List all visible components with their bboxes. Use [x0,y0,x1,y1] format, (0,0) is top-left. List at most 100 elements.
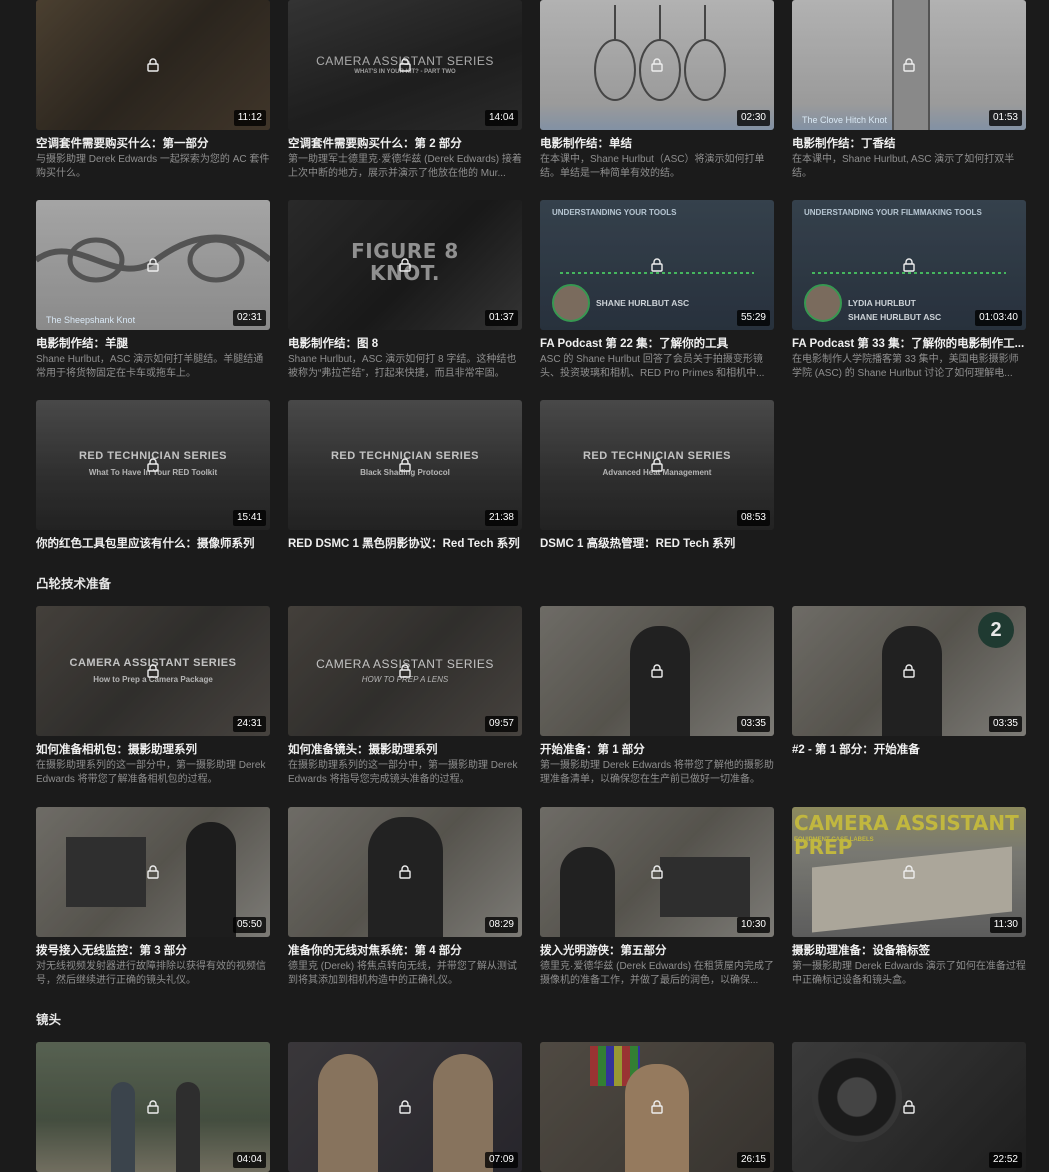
video-card[interactable]: CAMERA ASSISTANT SERIES HOW TO PREP A LE… [288,606,522,787]
lock-icon [651,258,663,272]
video-thumbnail[interactable]: 11:12 [36,0,270,130]
lock-icon [651,865,663,879]
duration-badge: 10:30 [736,917,770,933]
lock-icon [651,664,663,678]
video-card[interactable]: RED TECHNICIAN SERIES Advanced Heat Mana… [540,400,774,552]
video-card[interactable]: 26:15 [540,1042,774,1172]
lock-icon [147,58,159,72]
video-thumbnail[interactable]: CAMERA ASSISTANT SERIES WHAT'S IN YOUR K… [288,0,522,130]
video-card[interactable]: The Sheepshank Knot 02:31 电影制作结：羊腿 Shane… [36,200,270,381]
video-title[interactable]: 空调套件需要购买什么：第 2 部分 [288,137,522,152]
video-title[interactable]: 摄影助理准备：设备箱标签 [792,944,1026,959]
video-title[interactable]: 拨入光明游侠：第五部分 [540,944,774,959]
video-card[interactable]: 10:30 拨入光明游侠：第五部分 德里克·爱德华兹 (Derek Edward… [540,807,774,988]
lock-icon [651,458,663,472]
video-title[interactable]: DSMC 1 高级热管理：RED Tech 系列 [540,537,774,552]
video-title[interactable]: 空调套件需要购买什么：第一部分 [36,137,270,152]
video-card[interactable]: 05:50 拨号接入无线监控：第 3 部分 对无线视频发射器进行故障排除以获得有… [36,807,270,988]
video-card[interactable]: RED TECHNICIAN SERIES Black Shading Prot… [288,400,522,552]
video-title[interactable]: 你的红色工具包里应该有什么：摄像师系列 [36,537,270,552]
duration-badge: 22:52 [988,1152,1022,1168]
video-title[interactable]: RED DSMC 1 黑色阴影协议：Red Tech 系列 [288,537,522,552]
video-card[interactable]: 11:12 空调套件需要购买什么：第一部分 与摄影助理 Derek Edward… [36,0,270,181]
video-card[interactable]: 2 03:35 #2 - 第 1 部分：开始准备 [792,606,1026,758]
duration-badge: 09:57 [484,716,518,732]
lock-icon [651,58,663,72]
section-title-lenses: 镜头 [36,1013,62,1027]
video-description: ASC 的 Shane Hurlbut 回答了会员关于拍摄变形镜头、投资玻璃和相… [540,354,765,379]
video-title[interactable]: 电影制作结：单结 [540,137,774,152]
video-thumbnail[interactable]: CAMERA ASSISTANT SERIES HOW TO PREP A LE… [288,606,522,736]
video-thumbnail[interactable]: 07:09 [288,1042,522,1172]
video-card[interactable]: 04:04 [36,1042,270,1172]
lock-icon [399,258,411,272]
video-title[interactable]: 开始准备：第 1 部分 [540,743,774,758]
video-card[interactable]: 02:30 电影制作结：单结 在本课中，Shane Hurlbut（ASC）将演… [540,0,774,181]
video-card[interactable]: RED TECHNICIAN SERIES What To Have In Yo… [36,400,270,552]
video-card[interactable]: CAMERA ASSISTANT PREP EQUIPMENT CASE LAB… [792,807,1026,988]
video-card[interactable]: 22:52 [792,1042,1026,1172]
video-title[interactable]: 如何准备镜头：摄影助理系列 [288,743,522,758]
duration-badge: 01:53 [988,110,1022,126]
video-card[interactable]: 03:35 开始准备：第 1 部分 第一摄影助理 Derek Edwards 将… [540,606,774,787]
video-card[interactable]: UNDERSTANDING YOUR FILMMAKING TOOLS LYDI… [792,200,1026,381]
video-thumbnail[interactable]: The Clove Hitch Knot 01:53 [792,0,1026,130]
video-title[interactable]: 电影制作结：丁香结 [792,137,1026,152]
video-thumbnail[interactable]: FIGURE 8 KNOT. 01:37 [288,200,522,330]
video-card[interactable]: The Clove Hitch Knot 01:53 电影制作结：丁香结 在本课… [792,0,1026,181]
video-title[interactable]: FA Podcast 第 22 集：了解你的工具 [540,337,774,352]
video-title[interactable]: 如何准备相机包：摄影助理系列 [36,743,270,758]
video-thumbnail[interactable]: 02:30 [540,0,774,130]
duration-badge: 01:37 [484,310,518,326]
video-thumbnail[interactable]: UNDERSTANDING YOUR TOOLS SHANE HURLBUT A… [540,200,774,330]
video-card[interactable]: 08:29 准备你的无线对焦系统：第 4 部分 德里克 (Derek) 将焦点转… [288,807,522,988]
duration-badge: 08:53 [736,510,770,526]
duration-badge: 03:35 [988,716,1022,732]
duration-badge: 05:50 [232,917,266,933]
video-title[interactable]: #2 - 第 1 部分：开始准备 [792,743,1026,758]
lock-icon [399,664,411,678]
video-title[interactable]: 准备你的无线对焦系统：第 4 部分 [288,944,522,959]
video-thumbnail[interactable]: 05:50 [36,807,270,937]
section-title-cam-prep: 凸轮技术准备 [36,577,112,591]
video-thumbnail[interactable]: 2 03:35 [792,606,1026,736]
video-card[interactable]: UNDERSTANDING YOUR TOOLS SHANE HURLBUT A… [540,200,774,381]
video-title[interactable]: 拨号接入无线监控：第 3 部分 [36,944,270,959]
lock-icon [903,664,915,678]
video-thumbnail[interactable]: 03:35 [540,606,774,736]
video-thumbnail[interactable]: RED TECHNICIAN SERIES What To Have In Yo… [36,400,270,530]
video-title[interactable]: 电影制作结：羊腿 [36,337,270,352]
video-thumbnail[interactable]: 10:30 [540,807,774,937]
video-thumbnail[interactable]: CAMERA ASSISTANT PREP EQUIPMENT CASE LAB… [792,807,1026,937]
video-description: 与摄影助理 Derek Edwards 一起探索为您的 AC 套件购买什么。 [36,154,270,179]
video-thumbnail[interactable]: 08:29 [288,807,522,937]
episode-number-badge: 2 [978,612,1014,648]
duration-badge: 07:09 [484,1152,518,1168]
video-thumbnail[interactable]: RED TECHNICIAN SERIES Black Shading Prot… [288,400,522,530]
video-thumbnail[interactable]: 04:04 [36,1042,270,1172]
video-thumbnail[interactable]: The Sheepshank Knot 02:31 [36,200,270,330]
lock-icon [903,58,915,72]
duration-badge: 55:29 [736,310,770,326]
duration-badge: 26:15 [736,1152,770,1168]
video-thumbnail[interactable]: 22:52 [792,1042,1026,1172]
duration-badge: 01:03:40 [975,310,1022,326]
video-thumbnail[interactable]: 26:15 [540,1042,774,1172]
video-card[interactable]: 07:09 [288,1042,522,1172]
video-description: 在摄影助理系列的这一部分中，第一摄影助理 Derek Edwards 将带您了解… [36,760,266,785]
video-thumbnail[interactable]: RED TECHNICIAN SERIES Advanced Heat Mana… [540,400,774,530]
video-description: Shane Hurlbut，ASC 演示如何打 8 字结。这种结也被称为“弗拉芒… [288,354,517,379]
video-title[interactable]: 电影制作结：图 8 [288,337,522,352]
lock-icon [399,1100,411,1114]
duration-badge: 02:30 [736,110,770,126]
video-thumbnail[interactable]: UNDERSTANDING YOUR FILMMAKING TOOLS LYDI… [792,200,1026,330]
duration-badge: 11:12 [233,110,266,126]
lock-icon [147,1100,159,1114]
video-card[interactable]: FIGURE 8 KNOT. 01:37 电影制作结：图 8 Shane Hur… [288,200,522,381]
video-title[interactable]: FA Podcast 第 33 集：了解你的电影制作工... [792,337,1026,352]
video-thumbnail[interactable]: CAMERA ASSISTANT SERIES How to Prep a Ca… [36,606,270,736]
lock-icon [147,664,159,678]
video-card[interactable]: CAMERA ASSISTANT SERIES How to Prep a Ca… [36,606,270,787]
duration-badge: 04:04 [232,1152,266,1168]
video-card[interactable]: CAMERA ASSISTANT SERIES WHAT'S IN YOUR K… [288,0,522,181]
